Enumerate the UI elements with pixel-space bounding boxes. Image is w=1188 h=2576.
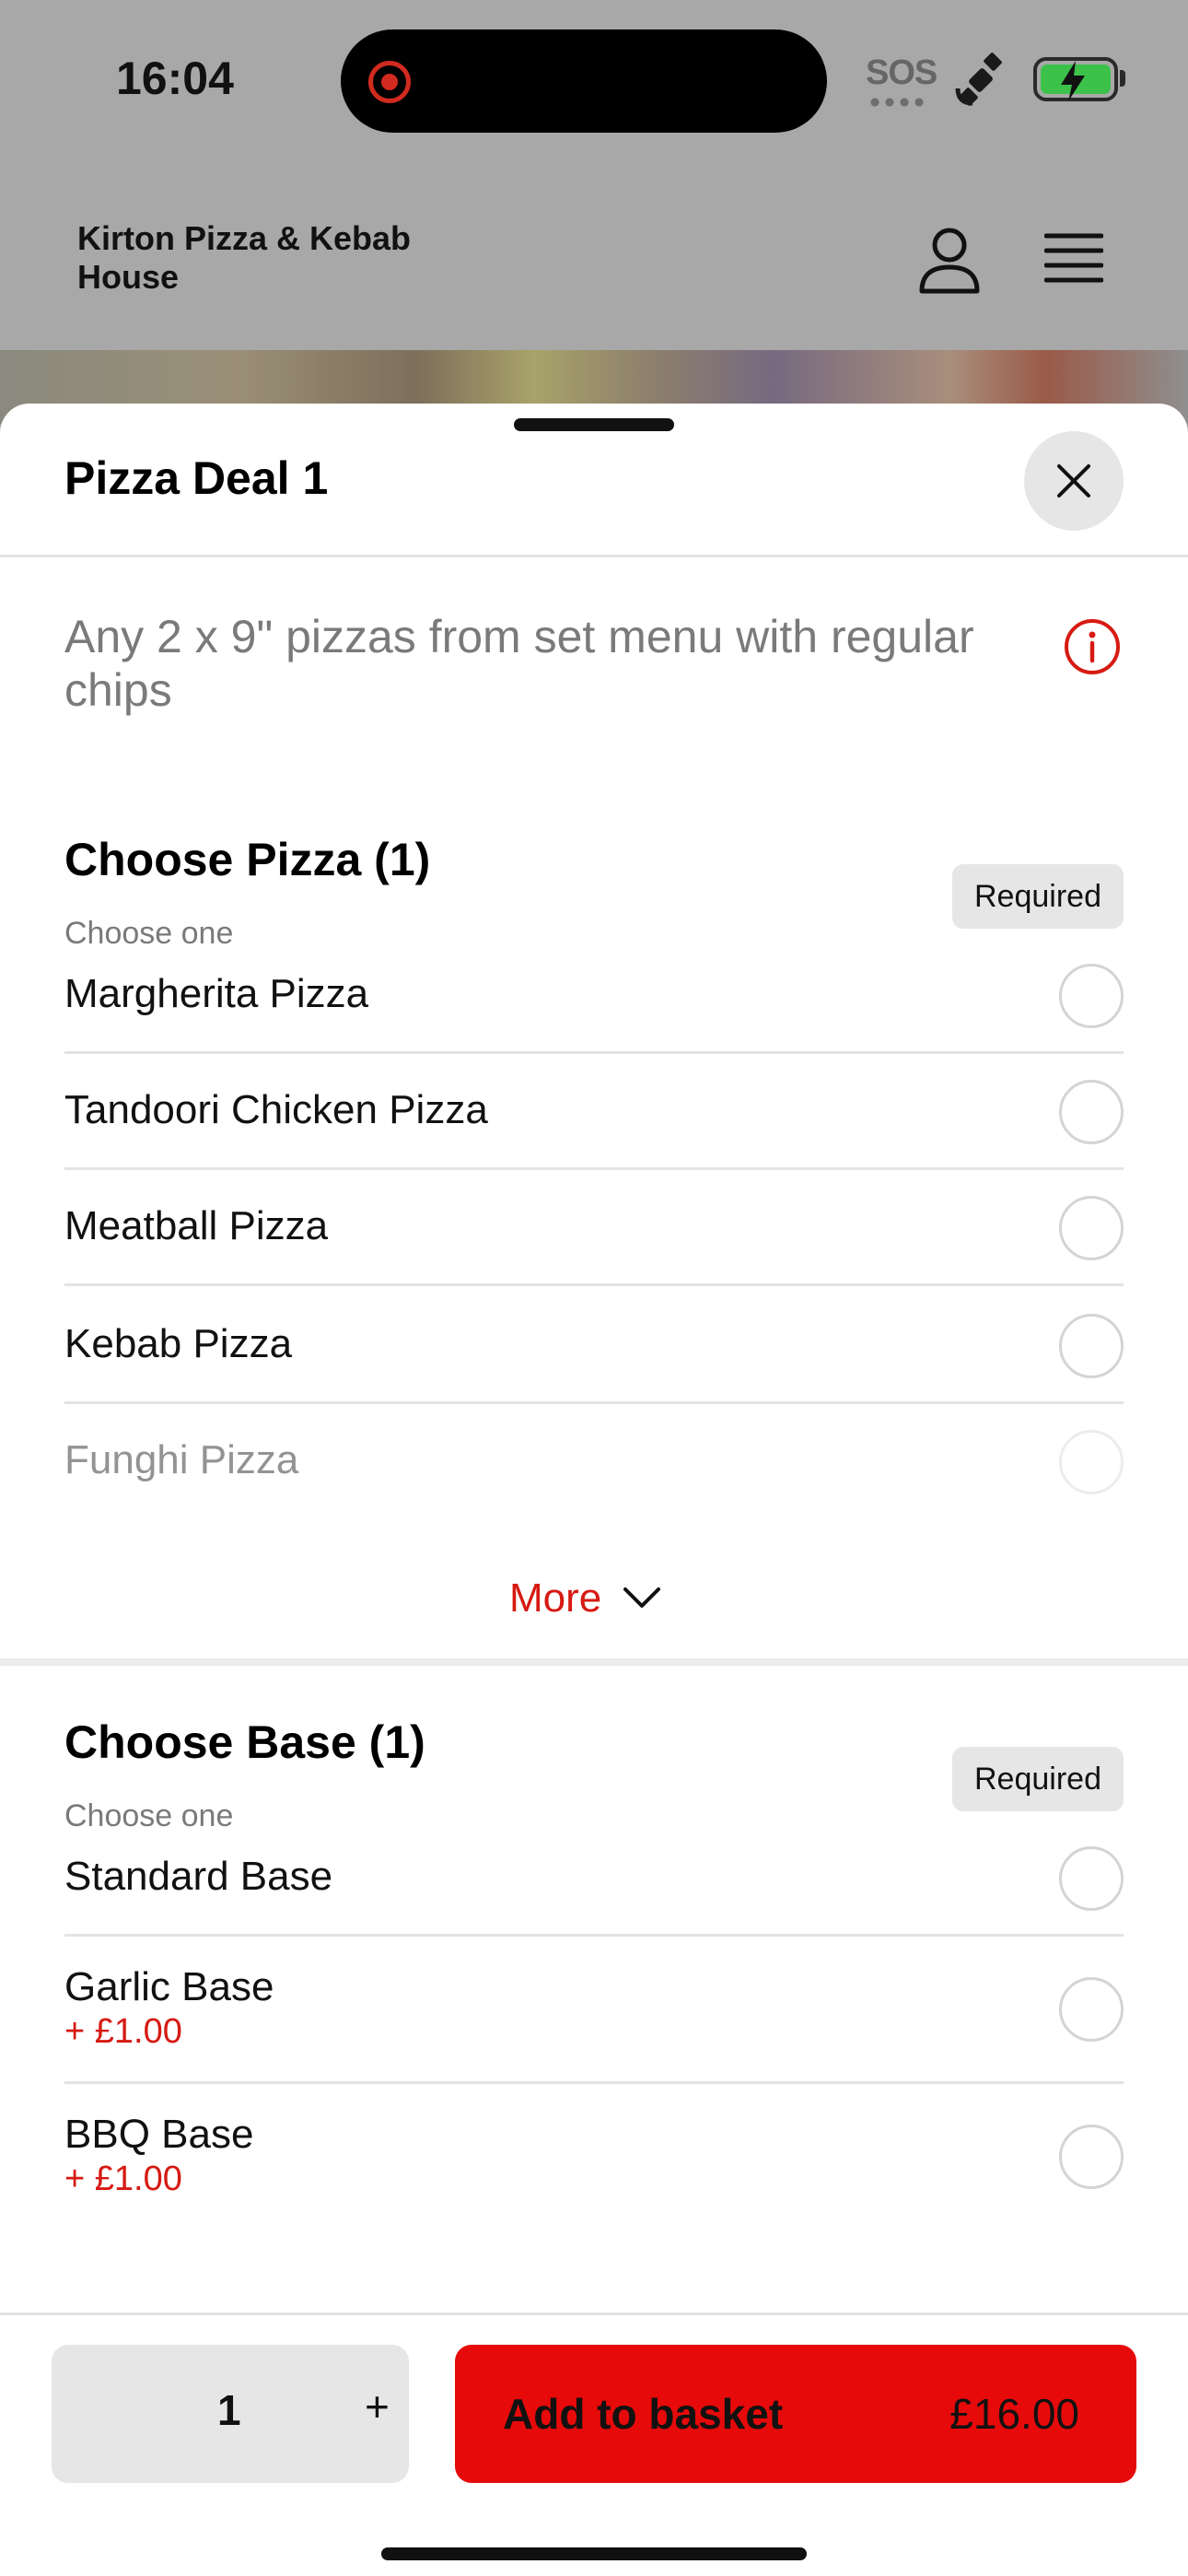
required-badge: Required bbox=[952, 864, 1124, 929]
option-radio[interactable] bbox=[1059, 1314, 1124, 1378]
divider bbox=[0, 555, 1188, 557]
option-price: + £1.00 bbox=[64, 2012, 182, 2051]
option-price: + £1.00 bbox=[64, 2160, 182, 2198]
add-to-basket-button[interactable]: Add to basket £16.00 bbox=[455, 2345, 1136, 2483]
close-icon bbox=[1057, 464, 1090, 498]
option-radio[interactable] bbox=[1059, 964, 1124, 1028]
sos-indicator: SOS bbox=[866, 53, 938, 92]
option-label: Garlic Base bbox=[64, 1964, 274, 2009]
option-radio[interactable] bbox=[1059, 1846, 1124, 1911]
option-radio[interactable] bbox=[1059, 1196, 1124, 1260]
battery-tip bbox=[1120, 70, 1125, 87]
option-radio[interactable] bbox=[1059, 1977, 1124, 2042]
group-title-base: Choose Base (1) bbox=[64, 1716, 425, 1768]
battery-charging-icon bbox=[1033, 57, 1118, 101]
option-radio[interactable] bbox=[1059, 1430, 1124, 1494]
option-garlic-base[interactable]: Garlic Base + £1.00 bbox=[64, 1937, 1124, 2084]
status-time: 16:04 bbox=[116, 53, 234, 104]
dynamic-island bbox=[341, 29, 827, 133]
chevron-down-icon bbox=[623, 1587, 661, 1608]
option-label: Margherita Pizza bbox=[64, 971, 369, 1016]
item-description: Any 2 x 9" pizzas from set menu with reg… bbox=[64, 611, 974, 716]
option-bbq-base[interactable]: BBQ Base + £1.00 bbox=[64, 2084, 1124, 2231]
restaurant-name[interactable]: Kirton Pizza & Kebab House bbox=[77, 219, 464, 297]
info-icon[interactable] bbox=[1063, 617, 1122, 676]
item-sheet: Pizza Deal 1 Any 2 x 9" pizzas from set … bbox=[0, 404, 1188, 2576]
option-radio[interactable] bbox=[1059, 2125, 1124, 2189]
option-funghi-pizza[interactable]: Funghi Pizza bbox=[64, 1404, 1124, 1520]
option-label: BBQ Base bbox=[64, 2112, 254, 2157]
option-margherita-pizza[interactable]: Margherita Pizza bbox=[64, 938, 1124, 1054]
option-label: Funghi Pizza bbox=[64, 1437, 299, 1482]
group-title-pizza: Choose Pizza (1) bbox=[64, 834, 431, 885]
user-icon[interactable] bbox=[917, 225, 982, 295]
menu-icon[interactable] bbox=[1044, 232, 1103, 284]
option-radio[interactable] bbox=[1059, 1080, 1124, 1144]
basket-price: £16.00 bbox=[949, 2390, 1079, 2438]
option-label: Standard Base bbox=[64, 1854, 333, 1899]
home-indicator[interactable] bbox=[381, 2547, 807, 2560]
option-label: Kebab Pizza bbox=[64, 1321, 293, 1366]
add-to-basket-label: Add to basket bbox=[503, 2390, 784, 2438]
item-title: Pizza Deal 1 bbox=[64, 452, 329, 504]
more-button[interactable]: More bbox=[509, 1575, 661, 1622]
footer-bar: 1 + Add to basket £16.00 bbox=[0, 2313, 1188, 2576]
satellite-icon bbox=[955, 53, 1002, 106]
sos-signal-dots bbox=[868, 98, 928, 107]
quantity-stepper[interactable]: 1 + bbox=[52, 2345, 409, 2483]
option-label: Tandoori Chicken Pizza bbox=[64, 1087, 488, 1132]
record-icon bbox=[368, 61, 411, 103]
required-badge: Required bbox=[952, 1747, 1124, 1811]
divider bbox=[64, 1283, 1124, 1286]
option-label: Meatball Pizza bbox=[64, 1203, 329, 1248]
section-separator bbox=[0, 1658, 1188, 1666]
option-standard-base[interactable]: Standard Base bbox=[64, 1821, 1124, 1937]
more-label: More bbox=[509, 1575, 602, 1621]
increase-quantity-button[interactable]: + bbox=[365, 2382, 390, 2431]
quantity-value: 1 bbox=[217, 2386, 241, 2434]
option-tandoori-chicken-pizza[interactable]: Tandoori Chicken Pizza bbox=[64, 1054, 1124, 1170]
option-meatball-pizza[interactable]: Meatball Pizza bbox=[64, 1170, 1124, 1286]
close-button[interactable] bbox=[1024, 431, 1124, 531]
option-kebab-pizza[interactable]: Kebab Pizza bbox=[64, 1288, 1124, 1404]
sheet-grabber[interactable] bbox=[514, 418, 674, 431]
